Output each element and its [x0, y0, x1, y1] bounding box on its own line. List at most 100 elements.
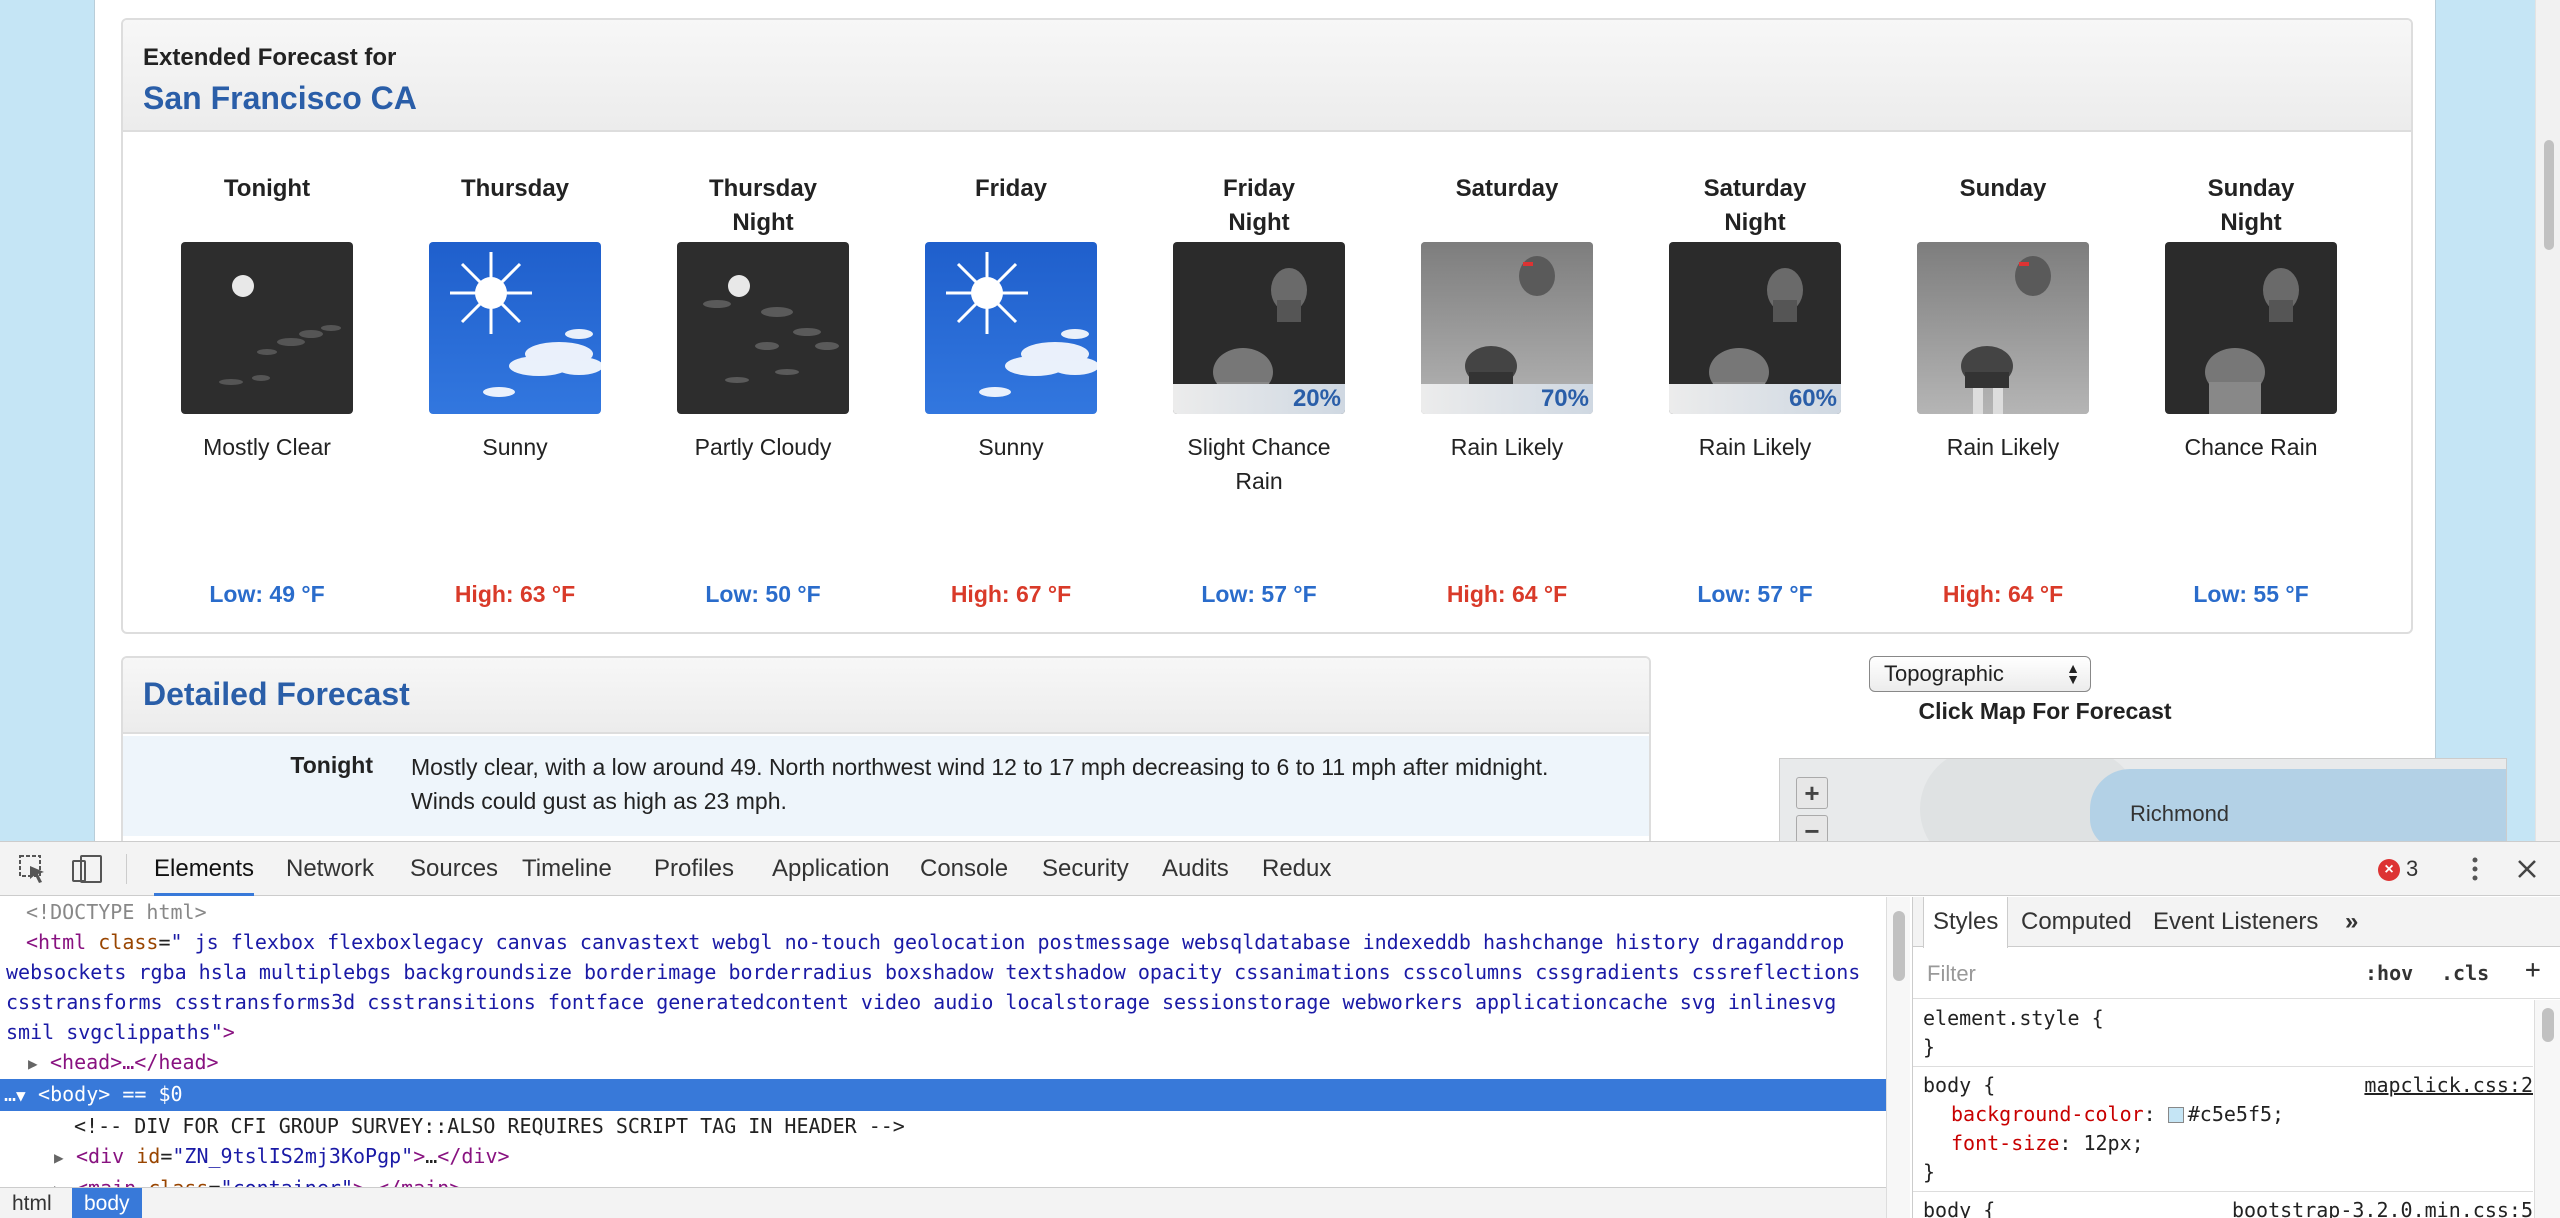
- forecast-period[interactable]: Thursday Night Partly Cloudy: [639, 172, 887, 520]
- forecast-period[interactable]: Thursday Sunny: [391, 172, 639, 520]
- styles-scrollbar[interactable]: [2534, 1000, 2560, 1218]
- map-type-select[interactable]: Topographic ▲ ▼: [1869, 656, 2091, 692]
- error-count: 3: [2406, 856, 2419, 881]
- short-description: Partly Cloudy: [694, 434, 832, 460]
- tab-profiles[interactable]: Profiles: [654, 842, 734, 896]
- tab-audits[interactable]: Audits: [1162, 842, 1229, 896]
- forecast-period[interactable]: Sunday Night Chance Rain: [2127, 172, 2375, 520]
- styles-filter-input[interactable]: Filter: [1927, 961, 1976, 987]
- high-temp: High: 64 °F: [1942, 581, 2064, 607]
- device-mode-icon[interactable]: [70, 852, 104, 886]
- expand-triangle-icon[interactable]: ▶: [54, 1175, 76, 1187]
- collapse-triangle-icon[interactable]: ▼: [16, 1081, 38, 1111]
- forecast-location: San Francisco CA: [143, 80, 417, 116]
- toolbar-separator: [126, 854, 127, 884]
- dom-scrollbar[interactable]: [1886, 897, 1910, 1218]
- inspect-element-icon[interactable]: [16, 852, 50, 886]
- breadcrumb-body[interactable]: body: [72, 1188, 142, 1218]
- color-swatch-icon[interactable]: [2167, 1107, 2184, 1123]
- low-temp: Low: 57 °F: [1201, 581, 1317, 607]
- extended-forecast-heading: Extended Forecast for San Francisco CA: [123, 20, 2411, 132]
- zoom-in-button[interactable]: +: [1796, 777, 1828, 809]
- bg-color-declaration[interactable]: background-color: #c5e5f5;: [1923, 1100, 2533, 1129]
- font-size-declaration[interactable]: font-size: 12px;: [1923, 1129, 2533, 1158]
- tab-redux[interactable]: Redux: [1262, 842, 1331, 896]
- element-style-selector: element.style {: [1923, 1006, 2104, 1030]
- zoom-out-button[interactable]: −: [1796, 815, 1828, 841]
- night-rain-icon: 60%: [1669, 242, 1841, 414]
- tab-application[interactable]: Application: [772, 842, 889, 896]
- breadcrumb-html[interactable]: html: [0, 1188, 64, 1218]
- expand-triangle-icon[interactable]: ▶: [28, 1049, 50, 1079]
- selected-node-marker: == $0: [110, 1082, 183, 1106]
- forecast-period[interactable]: Tonight Mostly Clear: [143, 172, 391, 520]
- property-name: background-color: [1951, 1102, 2144, 1126]
- ellipsis-icon[interactable]: …: [4, 1082, 16, 1106]
- low-temp: Low: 55 °F: [2193, 581, 2309, 607]
- dom-body-node[interactable]: …▼ <body> == $0: [0, 1079, 1886, 1111]
- tab-elements[interactable]: Elements: [154, 842, 255, 896]
- close-icon[interactable]: [2510, 852, 2544, 886]
- hover-state-toggle[interactable]: :hov: [2365, 961, 2413, 985]
- html-class-list: js flexbox flexboxlegacy canvas canvaste…: [6, 930, 1861, 1044]
- detailed-forecast-period: Tonight: [290, 752, 373, 778]
- dom-scrollbar-thumb[interactable]: [1893, 911, 1905, 981]
- forecast-period[interactable]: Sunday Rain Likely: [1879, 172, 2127, 520]
- detailed-forecast-text: Mostly clear, with a low around 49. Nort…: [411, 754, 1549, 814]
- body-rule-source-link[interactable]: mapclick.css:2: [2364, 1071, 2533, 1100]
- low-temp: Low: 49 °F: [209, 581, 325, 607]
- main-class: container: [233, 1176, 341, 1187]
- body-rule[interactable]: body { mapclick.css:2 background-color: …: [1913, 1067, 2533, 1192]
- error-count-badge[interactable]: × 3: [2378, 856, 2418, 882]
- forecast-map[interactable]: + − Richmond: [1779, 758, 2507, 841]
- detailed-forecast-title: Detailed Forecast: [143, 676, 410, 712]
- dom-html-node[interactable]: <html class=" js flexbox flexboxlegacy c…: [0, 927, 1886, 1047]
- forecast-period[interactable]: Saturday 70% Rain Likely: [1383, 172, 1631, 520]
- body-rule-bootstrap[interactable]: body { bootstrap-3.2.0.min.css:5: [1913, 1192, 2533, 1218]
- low-temp: Low: 57 °F: [1697, 581, 1813, 607]
- add-rule-icon[interactable]: +: [2525, 955, 2541, 985]
- dom-div-node[interactable]: ▶ <div id="ZN_9tslIS2mj3KoPgp">…</div>: [0, 1141, 1886, 1173]
- tab-styles[interactable]: Styles: [1923, 897, 2009, 948]
- period-name: Tonight: [223, 175, 311, 202]
- styles-rules: element.style { } body { mapclick.css:2 …: [1913, 1000, 2533, 1218]
- dom-doctype[interactable]: <!DOCTYPE html>: [0, 897, 1886, 927]
- bootstrap-source-link[interactable]: bootstrap-3.2.0.min.css:5: [2232, 1196, 2533, 1218]
- forecast-period[interactable]: Saturday Night 60% Rain Likely: [1631, 172, 1879, 520]
- error-icon: ×: [2378, 859, 2400, 881]
- tab-event-listeners[interactable]: Event Listeners: [2153, 897, 2318, 947]
- tab-sources[interactable]: Sources: [410, 842, 498, 896]
- precip-chance: 60%: [1669, 384, 1841, 414]
- page-scrollbar[interactable]: [2535, 0, 2560, 841]
- forecast-period[interactable]: Friday Night 20% Slight Chance Rain: [1135, 172, 1383, 520]
- element-style-rule[interactable]: element.style { }: [1913, 1000, 2533, 1067]
- styles-tabs: Styles Computed Event Listeners »: [1913, 897, 2560, 948]
- page-container: Extended Forecast for San Francisco CA T…: [94, 0, 2507, 841]
- period-name: Friday: [974, 175, 1048, 202]
- forecast-period[interactable]: Friday Sunny: [887, 172, 1135, 520]
- tab-network[interactable]: Network: [286, 842, 374, 896]
- short-description: Sunny: [482, 434, 548, 460]
- tab-console[interactable]: Console: [920, 842, 1008, 896]
- dom-comment-node[interactable]: <!-- DIV FOR CFI GROUP SURVEY::ALSO REQU…: [0, 1111, 1886, 1141]
- more-options-icon[interactable]: [2458, 852, 2492, 886]
- precip-chance: 20%: [1173, 384, 1345, 414]
- night-rain-icon: 20%: [1173, 242, 1345, 414]
- tab-security[interactable]: Security: [1042, 842, 1129, 896]
- select-arrows-icon: ▲ ▼: [2066, 660, 2080, 687]
- expand-triangle-icon[interactable]: ▶: [54, 1143, 76, 1173]
- tab-timeline[interactable]: Timeline: [522, 842, 612, 896]
- dom-main-node[interactable]: ▶<main class="container">…</main>: [0, 1173, 1886, 1187]
- short-description: Sunny: [978, 434, 1044, 460]
- rule-close-brace: }: [1923, 1160, 1936, 1184]
- page-scrollbar-thumb[interactable]: [2544, 140, 2554, 250]
- comment-text: <!-- DIV FOR CFI GROUP SURVEY::ALSO REQU…: [74, 1114, 905, 1138]
- extended-forecast-label: Extended Forecast for: [143, 44, 397, 71]
- class-toggle[interactable]: .cls: [2441, 961, 2489, 985]
- period-name: Saturday: [1455, 175, 1559, 202]
- more-tabs-icon[interactable]: »: [2345, 897, 2358, 947]
- high-temp: High: 63 °F: [454, 581, 576, 607]
- tab-computed[interactable]: Computed: [2021, 897, 2132, 947]
- styles-scrollbar-thumb[interactable]: [2542, 1008, 2554, 1042]
- dom-head-node[interactable]: ▶ <head>…</head>: [0, 1047, 1886, 1079]
